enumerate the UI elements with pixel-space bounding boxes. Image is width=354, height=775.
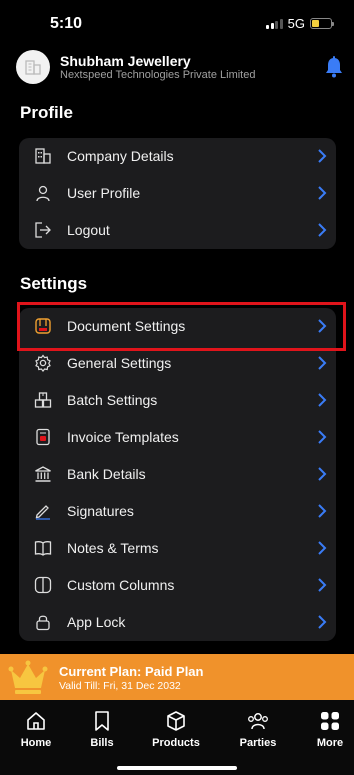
tab-bills[interactable]: Bills — [67, 710, 137, 749]
pen-icon — [33, 501, 53, 521]
settings-item-label: Custom Columns — [67, 576, 175, 593]
grid-icon — [321, 712, 339, 730]
columns-icon — [33, 575, 53, 595]
company-avatar[interactable] — [16, 50, 50, 84]
profile-item-user-profile[interactable]: User Profile — [19, 175, 336, 212]
gear-icon — [33, 353, 53, 373]
tab-label: More — [316, 737, 344, 749]
tab-label: Products — [152, 737, 200, 749]
profile-card: Company Details User Profile Logout — [19, 138, 336, 249]
profile-section-title: Profile — [20, 103, 73, 122]
settings-item-label: General Settings — [67, 355, 172, 372]
chevron-right-icon — [318, 430, 327, 444]
settings-item-label: Bank Details — [67, 466, 146, 482]
notification-bell-icon[interactable] — [324, 56, 344, 83]
tab-more[interactable]: More — [295, 710, 354, 749]
building-logo-icon — [25, 60, 41, 75]
chevron-right-icon — [318, 186, 327, 201]
settings-item-app-lock[interactable]: App Lock — [19, 603, 336, 640]
chevron-right-icon — [318, 614, 327, 629]
logout-icon — [33, 220, 53, 240]
tab-products[interactable]: Products — [141, 710, 211, 749]
settings-item-notes-terms[interactable]: Notes & Terms — [19, 529, 336, 566]
invoice-icon — [33, 427, 53, 447]
settings-item-batch-settings[interactable]: Batch Settings — [19, 382, 336, 419]
status-indicators: 5G — [266, 16, 334, 31]
settings-section-title: Settings — [20, 274, 88, 293]
company-name: Shubham Jewellery — [60, 53, 191, 69]
settings-item-bank-details[interactable]: Bank Details — [19, 456, 336, 493]
tab-label: Parties — [239, 737, 277, 749]
plan-banner[interactable]: Current Plan: Paid Plan Valid Till: Fri,… — [0, 654, 354, 700]
chevron-right-icon — [318, 577, 327, 592]
settings-item-custom-columns[interactable]: Custom Columns — [19, 566, 336, 603]
tab-label: Bills — [90, 737, 114, 749]
people-icon — [248, 713, 268, 730]
chevron-right-icon — [318, 504, 327, 518]
home-indicator[interactable] — [117, 766, 237, 770]
crown-icon — [8, 660, 48, 701]
lock-icon — [33, 612, 53, 632]
battery-icon — [310, 18, 334, 29]
settings-item-signatures[interactable]: Signatures — [19, 492, 336, 529]
tab-parties[interactable]: Parties — [223, 710, 293, 749]
company-header[interactable]: Shubham Jewellery Nextspeed Technologies… — [16, 50, 346, 86]
bottom-tab-bar: Home Bills Products Parties More — [0, 700, 354, 775]
plan-title: Current Plan: Paid Plan — [59, 664, 204, 679]
home-icon — [27, 712, 45, 730]
bank-icon — [33, 464, 53, 484]
chevron-right-icon — [318, 356, 327, 371]
chevron-right-icon — [318, 541, 327, 555]
company-subtitle: Nextspeed Technologies Private Limited — [60, 69, 256, 81]
settings-item-label: App Lock — [67, 613, 126, 630]
settings-card: Document Settings General Settings Batch… — [19, 308, 336, 641]
profile-item-label: Logout — [67, 222, 110, 239]
chevron-right-icon — [318, 393, 327, 407]
settings-item-label: Signatures — [67, 502, 134, 519]
bookmark-icon — [95, 711, 109, 731]
settings-item-invoice-templates[interactable]: Invoice Templates — [19, 419, 336, 456]
network-label: 5G — [287, 16, 305, 31]
profile-item-logout[interactable]: Logout — [19, 212, 336, 249]
plan-valid-till: Valid Till: Fri, 31 Dec 2032 — [59, 680, 181, 692]
tab-label: Home — [20, 737, 52, 749]
profile-item-label: User Profile — [67, 185, 141, 202]
status-time: 5:10 — [50, 15, 83, 32]
settings-item-label: Notes & Terms — [67, 539, 159, 556]
tab-home[interactable]: Home — [1, 710, 71, 749]
profile-item-company-details[interactable]: Company Details — [19, 138, 336, 175]
chevron-right-icon — [318, 467, 327, 481]
boxes-icon — [33, 390, 53, 410]
signal-icon — [266, 18, 283, 29]
settings-item-label: Batch Settings — [67, 392, 158, 409]
status-bar: 5:10 5G — [0, 0, 354, 46]
settings-item-label: Invoice Templates — [67, 429, 179, 446]
chevron-right-icon — [318, 223, 327, 237]
building-icon — [33, 146, 53, 166]
document-settings-highlight — [17, 302, 346, 351]
profile-item-label: Company Details — [67, 148, 174, 165]
cube-icon — [167, 711, 185, 731]
book-icon — [33, 538, 53, 558]
user-icon — [33, 183, 53, 203]
chevron-right-icon — [318, 149, 327, 164]
